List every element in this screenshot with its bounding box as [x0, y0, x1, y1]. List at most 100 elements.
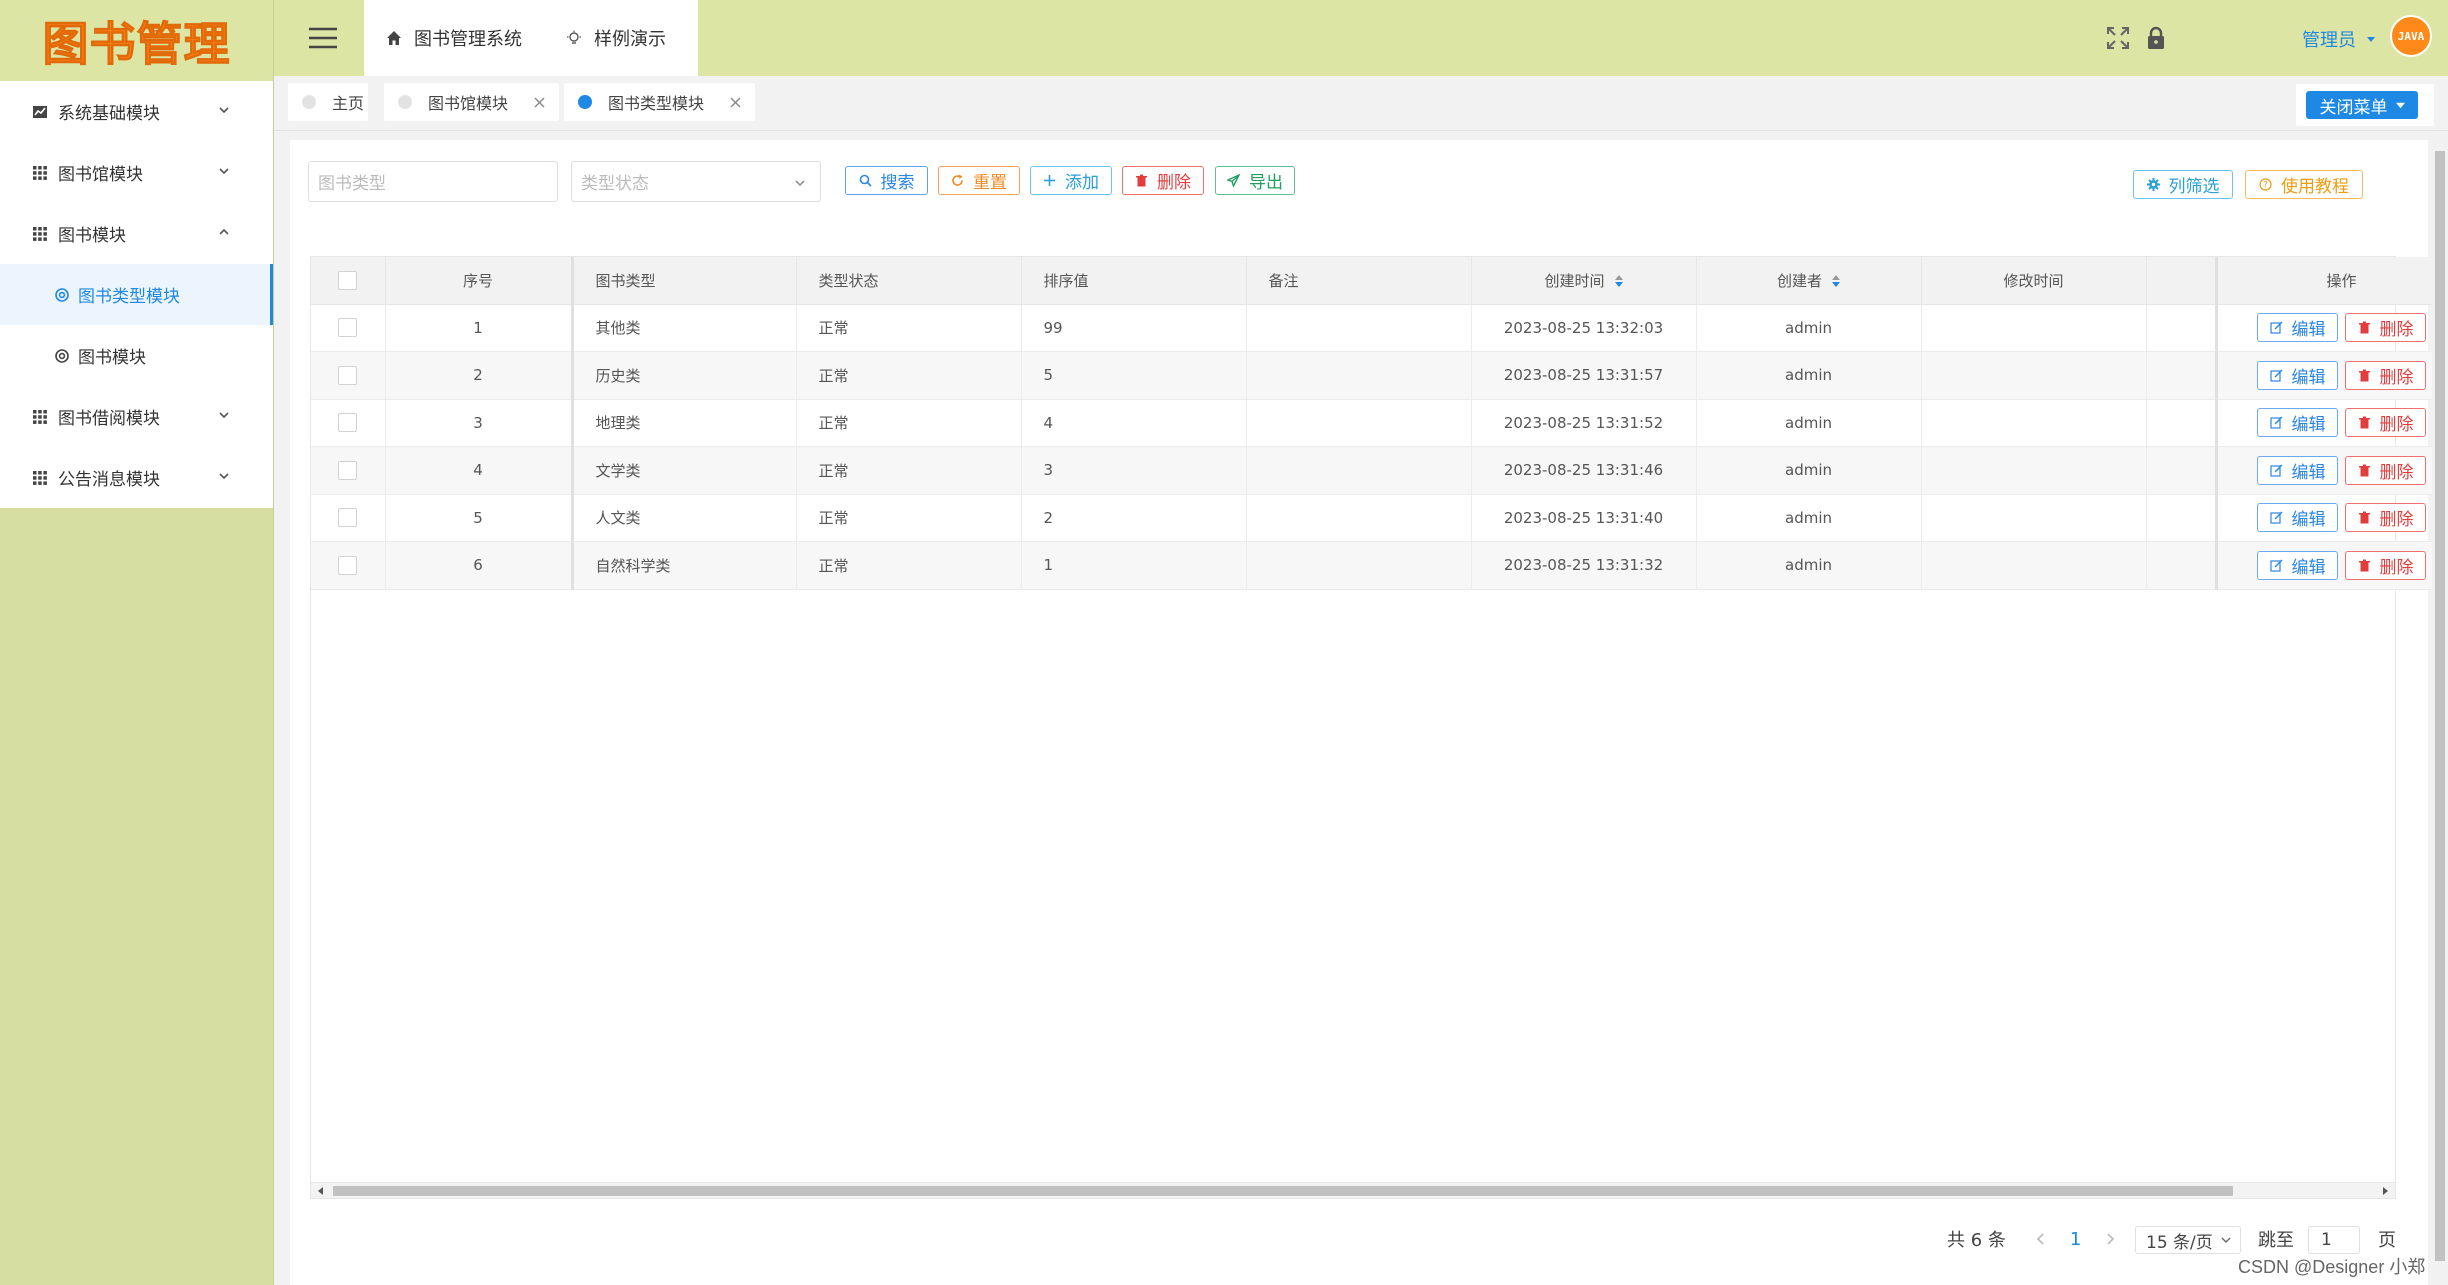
avatar[interactable]: JAVA — [2390, 15, 2432, 57]
grid-icon — [33, 470, 47, 485]
cell-type: 文学类 — [572, 446, 797, 495]
button-label: 使用教程 — [2281, 177, 2349, 197]
close-icon[interactable] — [730, 97, 741, 108]
cell-type: 其他类 — [572, 304, 797, 352]
page-number-current[interactable]: 1 — [2070, 1229, 2081, 1250]
delete-label: 删除 — [2379, 415, 2414, 436]
table-row[interactable]: 5 人文类 正常 2 2023-08-25 13:31:40 admin 编辑 删除 — [311, 494, 2448, 542]
delete-label: 删除 — [2379, 557, 2414, 578]
cell-actions: 编辑 删除 — [2216, 446, 2448, 495]
row-delete-button[interactable]: 删除 — [2345, 408, 2426, 438]
edit-button[interactable]: 编辑 — [2257, 408, 2338, 438]
top-tab-system[interactable]: 图书管理系统 — [364, 25, 544, 51]
page-tab-library[interactable]: 图书馆模块 — [384, 83, 560, 121]
table-row[interactable]: 6 自然科学类 正常 1 2023-08-25 13:31:32 admin 编辑 删除 — [311, 541, 2448, 590]
book-type-input[interactable]: 图书类型 — [308, 161, 558, 202]
edit-button[interactable]: 编辑 — [2257, 360, 2338, 390]
col-created[interactable]: 创建时间 — [1471, 257, 1697, 305]
edit-button[interactable]: 编辑 — [2257, 550, 2338, 580]
user-menu[interactable]: 管理员 — [2302, 26, 2376, 52]
reset-button[interactable]: 重置 — [938, 166, 1020, 195]
lock-icon[interactable] — [2144, 26, 2168, 50]
top-tab-demo[interactable]: 样例演示 — [544, 25, 688, 51]
fullscreen-icon[interactable] — [2106, 26, 2130, 50]
cell-actions: 编辑 删除 — [2216, 351, 2448, 400]
cell-created: 2023-08-25 13:31:57 — [1471, 351, 1697, 400]
sidebar-item-book-type[interactable]: 图书类型模块 — [0, 264, 273, 325]
grid-icon — [33, 409, 47, 424]
sidebar-item-books[interactable]: 图书模块 — [0, 203, 273, 264]
cell-remark — [1246, 446, 1472, 495]
top-tab-label: 样例演示 — [594, 29, 666, 50]
horizontal-scrollbar[interactable] — [311, 1182, 2395, 1198]
table-row[interactable]: 3 地理类 正常 4 2023-08-25 13:31:52 admin 编辑 删除 — [311, 399, 2448, 447]
export-button[interactable]: 导出 — [1215, 166, 1295, 195]
delete-label: 删除 — [2379, 320, 2414, 341]
type-status-select[interactable]: 类型状态 — [571, 161, 821, 202]
delete-label: 删除 — [2379, 462, 2414, 483]
sidebar-item-library[interactable]: 图书馆模块 — [0, 142, 273, 203]
cell-sort: 99 — [1021, 304, 1247, 352]
sidebar-item-notice[interactable]: 公告消息模块 — [0, 447, 273, 508]
page-vertical-scrollbar[interactable] — [2432, 131, 2448, 1285]
table-row[interactable]: 2 历史类 正常 5 2023-08-25 13:31:57 admin 编辑 删除 — [311, 351, 2448, 400]
jump-page-input[interactable]: 1 — [2308, 1226, 2360, 1254]
hamburger-menu-icon[interactable] — [308, 26, 338, 50]
sort-icon[interactable] — [1614, 275, 1623, 288]
page-size-select[interactable]: 15 条/页 — [2135, 1226, 2241, 1254]
svg-text:?: ? — [2263, 181, 2268, 191]
tutorial-button[interactable]: ? 使用教程 — [2245, 170, 2363, 199]
add-button[interactable]: 添加 — [1030, 166, 1112, 195]
page-size-value: 15 条/页 — [2146, 1232, 2213, 1253]
select-all-cell — [311, 257, 386, 305]
cell-created: 2023-08-25 13:31:46 — [1471, 446, 1697, 495]
send-icon — [1227, 174, 1240, 187]
search-icon — [859, 174, 872, 187]
row-delete-button[interactable]: 删除 — [2345, 503, 2426, 533]
cell-spacer — [2146, 399, 2218, 447]
sort-icon[interactable] — [1832, 275, 1840, 288]
edit-label: 编辑 — [2291, 320, 2326, 341]
cell-modified — [1921, 351, 2147, 400]
scrollbar-thumb[interactable] — [2435, 151, 2445, 1261]
prev-page-icon[interactable] — [2036, 1233, 2046, 1245]
select-all-checkbox[interactable] — [338, 270, 358, 290]
next-page-icon[interactable] — [2105, 1233, 2115, 1245]
row-checkbox[interactable] — [338, 555, 358, 575]
close-icon[interactable] — [534, 97, 545, 108]
table-row[interactable]: 1 其他类 正常 99 2023-08-25 13:32:03 admin 编辑 删除 — [311, 304, 2448, 352]
cell-creator: admin — [1696, 446, 1922, 495]
row-select-cell — [311, 399, 386, 447]
row-delete-button[interactable]: 删除 — [2345, 360, 2426, 390]
caret-down-icon — [2395, 102, 2405, 108]
row-checkbox[interactable] — [338, 508, 358, 528]
table-row[interactable]: 4 文学类 正常 3 2023-08-25 13:31:46 admin 编辑 删除 — [311, 446, 2448, 495]
edit-button[interactable]: 编辑 — [2257, 455, 2338, 485]
sidebar-item-system-base[interactable]: 系统基础模块 — [0, 81, 273, 142]
cell-spacer — [2146, 494, 2218, 542]
cell-status: 正常 — [796, 304, 1022, 352]
search-button[interactable]: 搜索 — [845, 166, 928, 195]
row-checkbox[interactable] — [338, 413, 358, 433]
cell-creator: admin — [1696, 494, 1922, 542]
row-delete-button[interactable]: 删除 — [2345, 455, 2426, 485]
row-checkbox[interactable] — [338, 365, 358, 385]
row-checkbox[interactable] — [338, 460, 358, 480]
edit-button[interactable]: 编辑 — [2257, 503, 2338, 533]
scrollbar-thumb[interactable] — [333, 1186, 2233, 1196]
scroll-right-arrow-icon[interactable] — [2381, 1187, 2389, 1195]
row-delete-button[interactable]: 删除 — [2345, 550, 2426, 580]
sidebar-item-book[interactable]: 图书模块 — [0, 325, 273, 386]
page-tab-book-type[interactable]: 图书类型模块 — [564, 83, 756, 121]
delete-button[interactable]: 删除 — [1122, 166, 1204, 195]
edit-button[interactable]: 编辑 — [2257, 313, 2338, 343]
sidebar-item-borrow[interactable]: 图书借阅模块 — [0, 386, 273, 447]
app-logo[interactable]: 图书管理 — [42, 8, 231, 74]
close-menu-button[interactable]: 关闭菜单 — [2306, 91, 2418, 119]
row-delete-button[interactable]: 删除 — [2345, 313, 2426, 343]
row-checkbox[interactable] — [338, 318, 358, 338]
column-filter-button[interactable]: 列筛选 — [2133, 170, 2233, 199]
page-tab-home[interactable]: 主页 — [288, 83, 368, 121]
col-creator[interactable]: 创建者 — [1696, 257, 1922, 305]
scroll-left-arrow-icon[interactable] — [317, 1187, 325, 1195]
